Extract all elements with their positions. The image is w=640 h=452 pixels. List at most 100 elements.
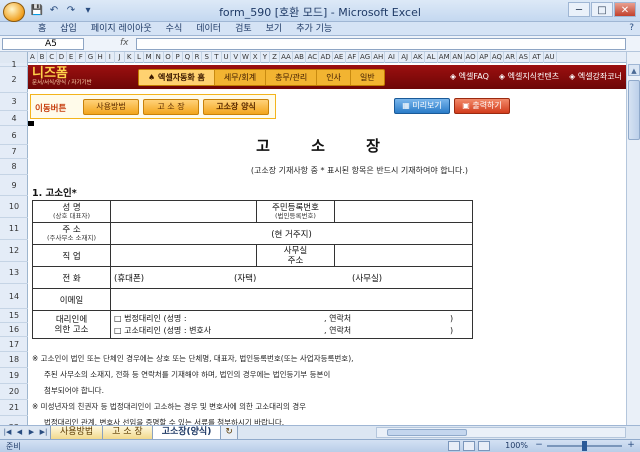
column-header[interactable]: AA	[280, 52, 294, 63]
row-header[interactable]: 7	[0, 145, 28, 159]
column-header[interactable]: AQ	[491, 52, 505, 63]
column-header[interactable]: L	[135, 52, 145, 63]
column-header[interactable]: AF	[346, 52, 359, 63]
zoom-slider[interactable]	[547, 441, 622, 451]
sheet-tab-complaint[interactable]: 고 소 장	[102, 426, 153, 440]
minimize-button[interactable]: ─	[568, 2, 590, 17]
column-header[interactable]: AC	[306, 52, 320, 63]
sheet-tab-howto[interactable]: 사용방법	[50, 426, 104, 440]
job-cell[interactable]	[110, 244, 257, 267]
column-header[interactable]: AP	[478, 52, 491, 63]
row-header[interactable]: 8	[0, 159, 28, 175]
formula-input[interactable]	[136, 38, 626, 50]
preview-button[interactable]: ▦ 미리보기	[394, 98, 450, 114]
column-header[interactable]: U	[222, 52, 232, 63]
nav-tax[interactable]: 세무/회계	[215, 70, 267, 85]
column-header[interactable]: AK	[412, 52, 425, 63]
tab-page-layout[interactable]: 페이지 레이아웃	[91, 22, 152, 36]
row-header[interactable]: 20	[0, 384, 28, 400]
column-header[interactable]: AM	[438, 52, 452, 63]
row-header[interactable]: 21	[0, 400, 28, 416]
column-header[interactable]: O	[164, 52, 174, 63]
column-header[interactable]: P	[173, 52, 183, 63]
normal-view-icon[interactable]	[448, 441, 460, 451]
nav-hr[interactable]: 인사	[317, 70, 351, 85]
row-header[interactable]: 15	[0, 309, 28, 323]
column-header[interactable]: AL	[425, 52, 439, 63]
page-layout-view-icon[interactable]	[463, 441, 475, 451]
nav-home[interactable]: ♠ 엑셀자동화 홈	[139, 70, 215, 85]
column-header[interactable]: AO	[465, 52, 478, 63]
nav-admin[interactable]: 총무/관리	[266, 70, 318, 85]
tab-insert[interactable]: 삽입	[60, 22, 77, 36]
column-header[interactable]: S	[202, 52, 213, 63]
howto-button[interactable]: 사용방법	[83, 99, 139, 115]
column-header[interactable]: AN	[451, 52, 465, 63]
column-header[interactable]: V	[231, 52, 242, 63]
column-header[interactable]: C	[47, 52, 58, 63]
row-header[interactable]: 6	[0, 126, 28, 145]
tab-formulas[interactable]: 수식	[166, 22, 183, 36]
tab-review[interactable]: 검토	[235, 22, 252, 36]
name-cell[interactable]	[110, 200, 257, 223]
column-header[interactable]: AJ	[399, 52, 412, 63]
insert-sheet-icon[interactable]: ↻	[220, 426, 238, 440]
help-icon[interactable]: ?	[629, 23, 634, 33]
row-header[interactable]: 3	[0, 93, 28, 111]
link-lessons[interactable]: ◈ 엑셀강좌코너	[569, 71, 622, 82]
column-header[interactable]: E	[67, 52, 77, 63]
column-header[interactable]: F	[76, 52, 87, 63]
row-header[interactable]: 10	[0, 196, 28, 218]
first-sheet-icon[interactable]: |◀	[2, 427, 13, 438]
column-header[interactable]: Z	[270, 52, 280, 63]
idnum-cell[interactable]	[334, 200, 473, 223]
row-header[interactable]: 16	[0, 323, 28, 337]
fx-icon[interactable]: fx	[120, 38, 129, 48]
row-header[interactable]: 4	[0, 111, 28, 126]
row-header[interactable]: 11	[0, 218, 28, 240]
complaint-button[interactable]: 고 소 장	[143, 99, 199, 115]
row-header[interactable]: 12	[0, 240, 28, 262]
zoom-out-button[interactable]: −	[534, 441, 544, 451]
scroll-thumb[interactable]	[628, 80, 640, 140]
print-button[interactable]: ▣ 출력하기	[454, 98, 510, 114]
column-header[interactable]: AD	[319, 52, 333, 63]
zoom-knob[interactable]	[582, 441, 587, 451]
column-header[interactable]: G	[86, 52, 96, 63]
zoom-in-button[interactable]: +	[626, 441, 636, 451]
column-header[interactable]: N	[154, 52, 164, 63]
row-header[interactable]: 18	[0, 352, 28, 368]
row-header[interactable]: 14	[0, 284, 28, 309]
horizontal-scroll-thumb[interactable]	[387, 429, 467, 436]
tab-data[interactable]: 데이터	[196, 22, 221, 36]
column-header[interactable]: AI	[385, 52, 399, 63]
complaint-form-button[interactable]: 고소장 양식	[203, 99, 269, 115]
page-break-view-icon[interactable]	[478, 441, 490, 451]
name-box[interactable]: A5	[2, 38, 84, 50]
column-header[interactable]: I	[106, 52, 116, 63]
column-header[interactable]: A	[28, 52, 38, 63]
column-header[interactable]: Y	[261, 52, 271, 63]
maximize-button[interactable]: □	[591, 2, 613, 17]
column-header[interactable]: D	[57, 52, 67, 63]
column-header[interactable]: AU	[544, 52, 557, 63]
agent-cell[interactable]: □ 법정대리인 (성명 :, 연락처) □ 고소대리인 (성명 : 변호사, 연…	[110, 310, 473, 339]
email-cell[interactable]	[110, 288, 473, 311]
column-header[interactable]: K	[125, 52, 135, 63]
next-sheet-icon[interactable]: ▶	[26, 427, 37, 438]
column-header[interactable]: AB	[293, 52, 307, 63]
row-header[interactable]: 13	[0, 262, 28, 284]
row-header[interactable]: 19	[0, 368, 28, 384]
office-address-cell[interactable]	[334, 244, 473, 267]
tab-home[interactable]: 홈	[38, 22, 46, 36]
prev-sheet-icon[interactable]: ◀	[14, 427, 25, 438]
address-cell[interactable]: (현 거주지)	[110, 222, 473, 245]
nav-general[interactable]: 일반	[351, 70, 384, 85]
column-header[interactable]: AG	[359, 52, 373, 63]
close-button[interactable]: ✕	[614, 2, 636, 17]
column-header[interactable]: AT	[530, 52, 544, 63]
tab-add-ins[interactable]: 추가 기능	[296, 22, 332, 36]
column-header[interactable]: AS	[517, 52, 531, 63]
row-header[interactable]: 17	[0, 337, 28, 352]
horizontal-scrollbar[interactable]	[376, 427, 626, 438]
